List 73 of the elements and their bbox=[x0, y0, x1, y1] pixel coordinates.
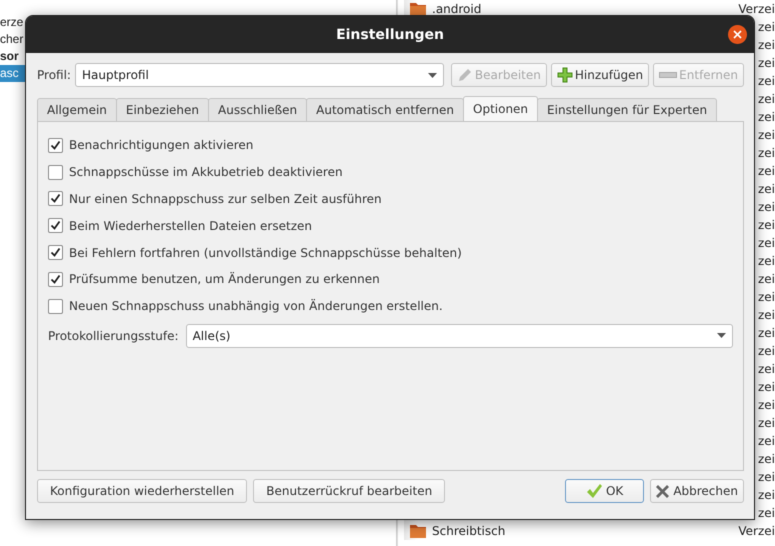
option-label: Prüfsumme benutzen, um Änderungen zu erkennen bbox=[69, 272, 380, 286]
file-type: zei bbox=[758, 92, 775, 106]
minus-icon bbox=[659, 71, 678, 79]
close-icon bbox=[733, 30, 742, 39]
file-type: zei bbox=[758, 56, 775, 70]
checkbox[interactable] bbox=[48, 164, 63, 180]
file-type: zei bbox=[758, 452, 775, 466]
tab[interactable]: Einstellungen für Experten bbox=[537, 98, 718, 121]
tab[interactable]: Optionen bbox=[463, 96, 538, 121]
file-type: zei bbox=[758, 164, 775, 178]
tab[interactable]: Ausschließen bbox=[208, 98, 308, 121]
folder-icon bbox=[410, 2, 426, 16]
file-type: Verzei bbox=[738, 2, 775, 16]
file-type: zei bbox=[758, 272, 775, 286]
file-type: zei bbox=[758, 398, 775, 412]
file-type: zei bbox=[758, 200, 775, 214]
dropdown-arrow-icon bbox=[717, 333, 726, 338]
checkbox[interactable] bbox=[48, 298, 63, 314]
checkbox[interactable] bbox=[48, 218, 63, 234]
file-type: zei bbox=[758, 146, 775, 160]
file-type: zei bbox=[758, 434, 775, 448]
option-label: Benachrichtigungen aktivieren bbox=[69, 138, 254, 152]
profile-label: Profil: bbox=[37, 68, 71, 82]
file-type: zei bbox=[758, 218, 775, 232]
file-type: zei bbox=[758, 20, 775, 34]
option-label: Beim Wiederherstellen Dateien ersetzen bbox=[69, 218, 312, 233]
file-type: Verzei bbox=[738, 524, 775, 538]
file-type: zei bbox=[758, 416, 775, 430]
file-type: zei bbox=[758, 290, 775, 304]
file-type: zei bbox=[758, 74, 775, 88]
file-type: zei bbox=[758, 236, 775, 250]
file-name[interactable]: .android bbox=[432, 2, 482, 16]
profile-dropdown[interactable]: Hauptprofil bbox=[74, 63, 444, 87]
file-type: zei bbox=[758, 38, 775, 52]
option-label: Bei Fehlern fortfahren (unvollständige Schnappschüsse behalten) bbox=[69, 246, 462, 260]
file-type: zei bbox=[758, 254, 775, 268]
file-type: zei bbox=[758, 182, 775, 196]
pencil-icon bbox=[456, 67, 473, 83]
option-label: Schnappschüsse im Akkubetrieb deaktivieren bbox=[69, 165, 343, 180]
add-profile-button[interactable]: Hinzufügen bbox=[550, 63, 650, 87]
tab[interactable]: Allgemein bbox=[37, 98, 117, 121]
file-type: zei bbox=[758, 506, 775, 520]
close-button[interactable] bbox=[728, 25, 747, 44]
file-name[interactable]: Schreibtisch bbox=[432, 524, 506, 538]
checkbox[interactable] bbox=[48, 138, 63, 153]
cancel-button[interactable]: Abbrechen bbox=[650, 479, 744, 503]
file-type: zei bbox=[758, 380, 775, 394]
folder-icon bbox=[410, 524, 426, 538]
log-level-label: Protokollierungsstufe: bbox=[48, 328, 179, 343]
file-type: zei bbox=[758, 326, 775, 340]
checkbox[interactable] bbox=[48, 245, 63, 260]
log-level-dropdown[interactable]: Alle(s) bbox=[186, 324, 733, 348]
checkbox[interactable] bbox=[48, 191, 63, 206]
file-type: zei bbox=[758, 308, 775, 322]
dropdown-arrow-icon bbox=[428, 72, 437, 78]
option-label: Nur einen Schnappschuss zur selben Zeit ausführen bbox=[69, 192, 382, 206]
file-type: zei bbox=[758, 488, 775, 502]
footer-button[interactable]: Benutzerrückruf bearbeiten bbox=[253, 479, 446, 503]
tab[interactable]: Einbeziehen bbox=[116, 98, 210, 121]
file-type: zei bbox=[758, 344, 775, 358]
file-type: zei bbox=[758, 470, 775, 484]
file-type: zei bbox=[758, 128, 775, 142]
window-title: Einstellungen bbox=[336, 26, 444, 42]
tab[interactable]: Automatisch entfernen bbox=[306, 98, 464, 121]
ok-button[interactable]: OK bbox=[564, 479, 644, 503]
plus-icon bbox=[556, 67, 573, 83]
checkmark-icon bbox=[586, 484, 602, 498]
file-type: zei bbox=[758, 362, 775, 376]
footer-button[interactable]: Konfiguration wiederherstellen bbox=[37, 479, 248, 503]
checkbox[interactable] bbox=[48, 272, 63, 287]
file-type: zei bbox=[758, 110, 775, 124]
option-label: Neuen Schnappschuss unabhängig von Änderungen erstellen. bbox=[69, 299, 443, 314]
close-icon bbox=[656, 484, 670, 498]
